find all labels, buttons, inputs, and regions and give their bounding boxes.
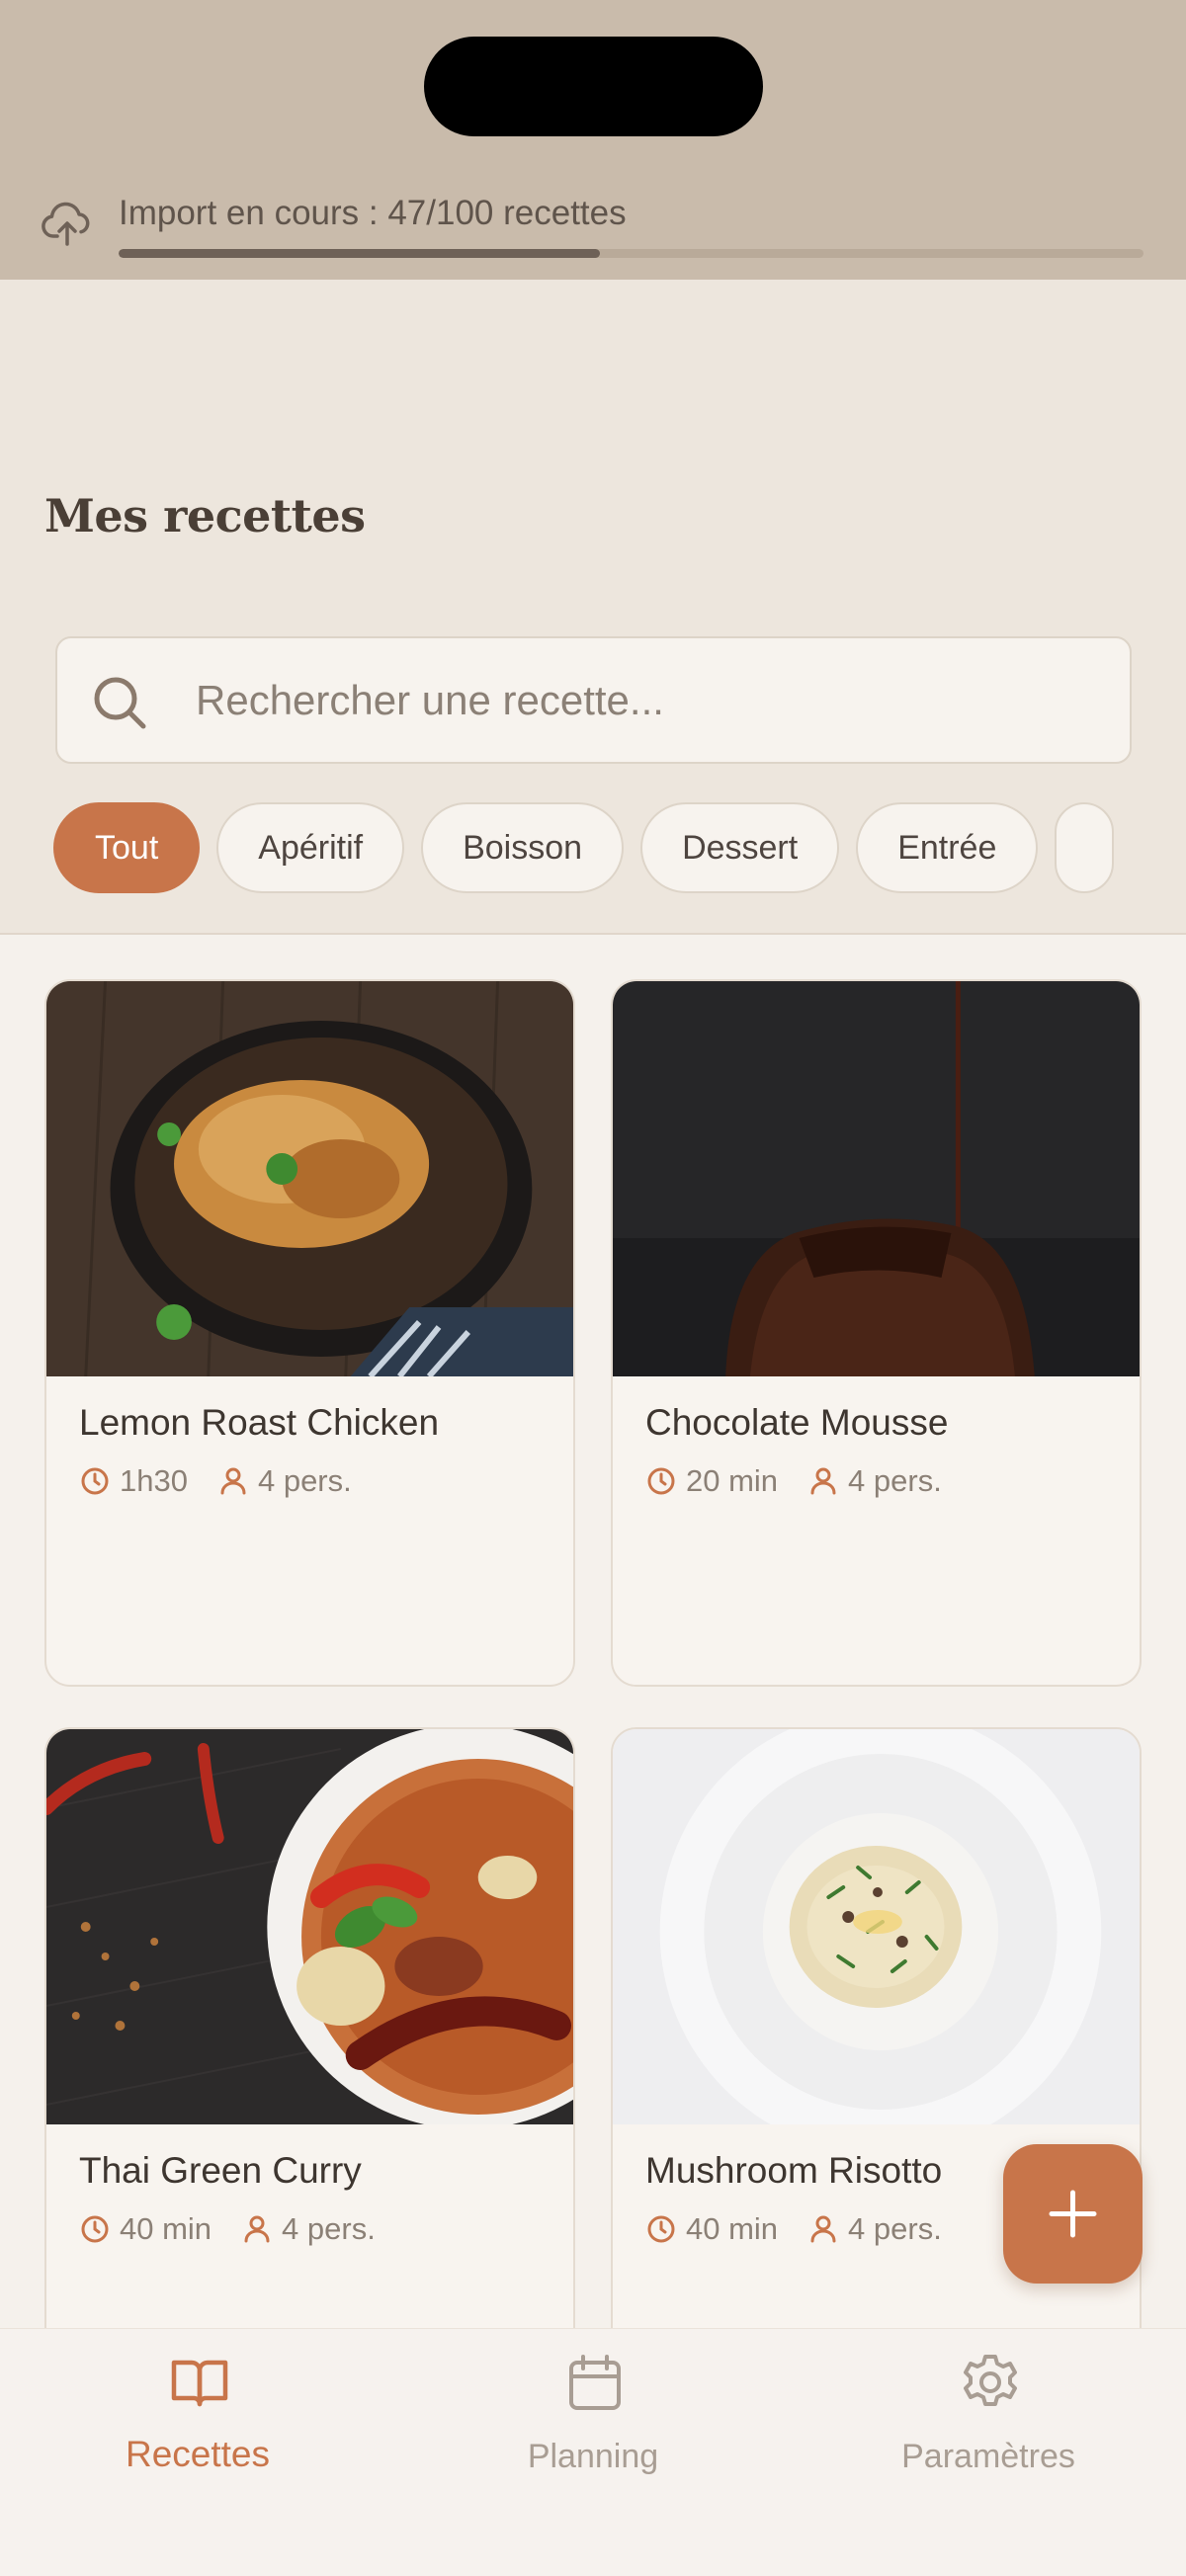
import-progress-fill <box>119 249 601 258</box>
recipe-photo <box>46 1729 573 2124</box>
search-icon <box>94 677 146 729</box>
nav-label-recettes: Recettes <box>125 2434 270 2474</box>
recipe-servings: 4 pers. <box>282 2211 376 2246</box>
filter-chip-entree[interactable]: Entrée <box>856 802 1039 893</box>
gear-icon <box>964 2355 1017 2406</box>
cloud-upload-icon <box>42 202 90 246</box>
import-status-text: Import en cours : 47/100 recettes <box>119 194 627 232</box>
filter-chip-dessert[interactable]: Dessert <box>640 802 840 893</box>
recipe-title: Mushroom Risotto <box>645 2150 943 2191</box>
recipe-servings: 4 pers. <box>257 1463 352 1498</box>
nav-item-planning[interactable]: Planning <box>395 2329 791 2527</box>
filter-chip-boisson[interactable]: Boisson <box>421 802 625 893</box>
clock-icon <box>647 1467 675 1495</box>
recipe-time: 40 min <box>686 2211 779 2246</box>
import-progress-bar <box>119 249 1144 258</box>
recipe-meta: 40 min 4 pers. <box>79 2211 376 2247</box>
recipe-photo <box>613 981 1140 1376</box>
recipe-photo <box>613 1729 1140 2124</box>
plus-icon <box>1049 2190 1097 2238</box>
nav-label-parametres: Paramètres <box>901 2438 1075 2475</box>
recipe-time: 40 min <box>120 2211 212 2246</box>
recipe-title: Lemon Roast Chicken <box>79 1402 440 1443</box>
recipe-card[interactable]: Chocolate Mousse 20 min 4 pers. <box>611 979 1142 1687</box>
person-icon <box>810 2215 836 2243</box>
recipe-title: Chocolate Mousse <box>645 1402 949 1443</box>
search-box[interactable] <box>55 636 1132 764</box>
category-filter-bar: Tout Apéritif Boisson Dessert Entrée <box>53 802 1186 895</box>
filter-chip-tout[interactable]: Tout <box>53 802 201 893</box>
clock-icon <box>647 2215 675 2243</box>
camera-notch <box>424 37 763 136</box>
person-icon <box>244 2215 270 2243</box>
filter-chip-more[interactable] <box>1055 802 1115 893</box>
clock-icon <box>81 2215 109 2243</box>
filter-chip-aperitif[interactable]: Apéritif <box>216 802 405 893</box>
recipe-meta: 40 min 4 pers. <box>645 2211 942 2247</box>
add-recipe-button[interactable] <box>1003 2144 1143 2284</box>
recipe-title: Thai Green Curry <box>79 2150 362 2191</box>
clock-icon <box>81 1467 109 1495</box>
nav-item-parametres[interactable]: Paramètres <box>791 2329 1186 2527</box>
book-open-icon <box>171 2360 228 2407</box>
recipe-servings: 4 pers. <box>848 2211 942 2246</box>
nav-item-recettes[interactable]: Recettes <box>0 2329 395 2527</box>
recipe-grid: Lemon Roast Chicken 1h30 4 pers. Chocola… <box>0 935 1186 2435</box>
nav-label-planning: Planning <box>527 2438 659 2475</box>
recipe-time: 1h30 <box>120 1463 188 1498</box>
search-input[interactable] <box>196 638 1085 762</box>
person-icon <box>220 1467 246 1495</box>
recipe-card[interactable]: Lemon Roast Chicken 1h30 4 pers. <box>44 979 575 1687</box>
recipe-photo <box>46 981 573 1376</box>
recipe-servings: 4 pers. <box>848 1463 942 1498</box>
recipe-meta: 1h30 4 pers. <box>79 1463 352 1499</box>
calendar-icon <box>569 2355 621 2410</box>
person-icon <box>810 1467 836 1495</box>
recipe-time: 20 min <box>686 1463 779 1498</box>
bottom-navigation: Recettes Planning Paramètres <box>0 2328 1186 2576</box>
recipe-meta: 20 min 4 pers. <box>645 1463 942 1499</box>
import-banner: Import en cours : 47/100 recettes <box>0 0 1186 280</box>
page-title: Mes recettes <box>44 489 366 542</box>
